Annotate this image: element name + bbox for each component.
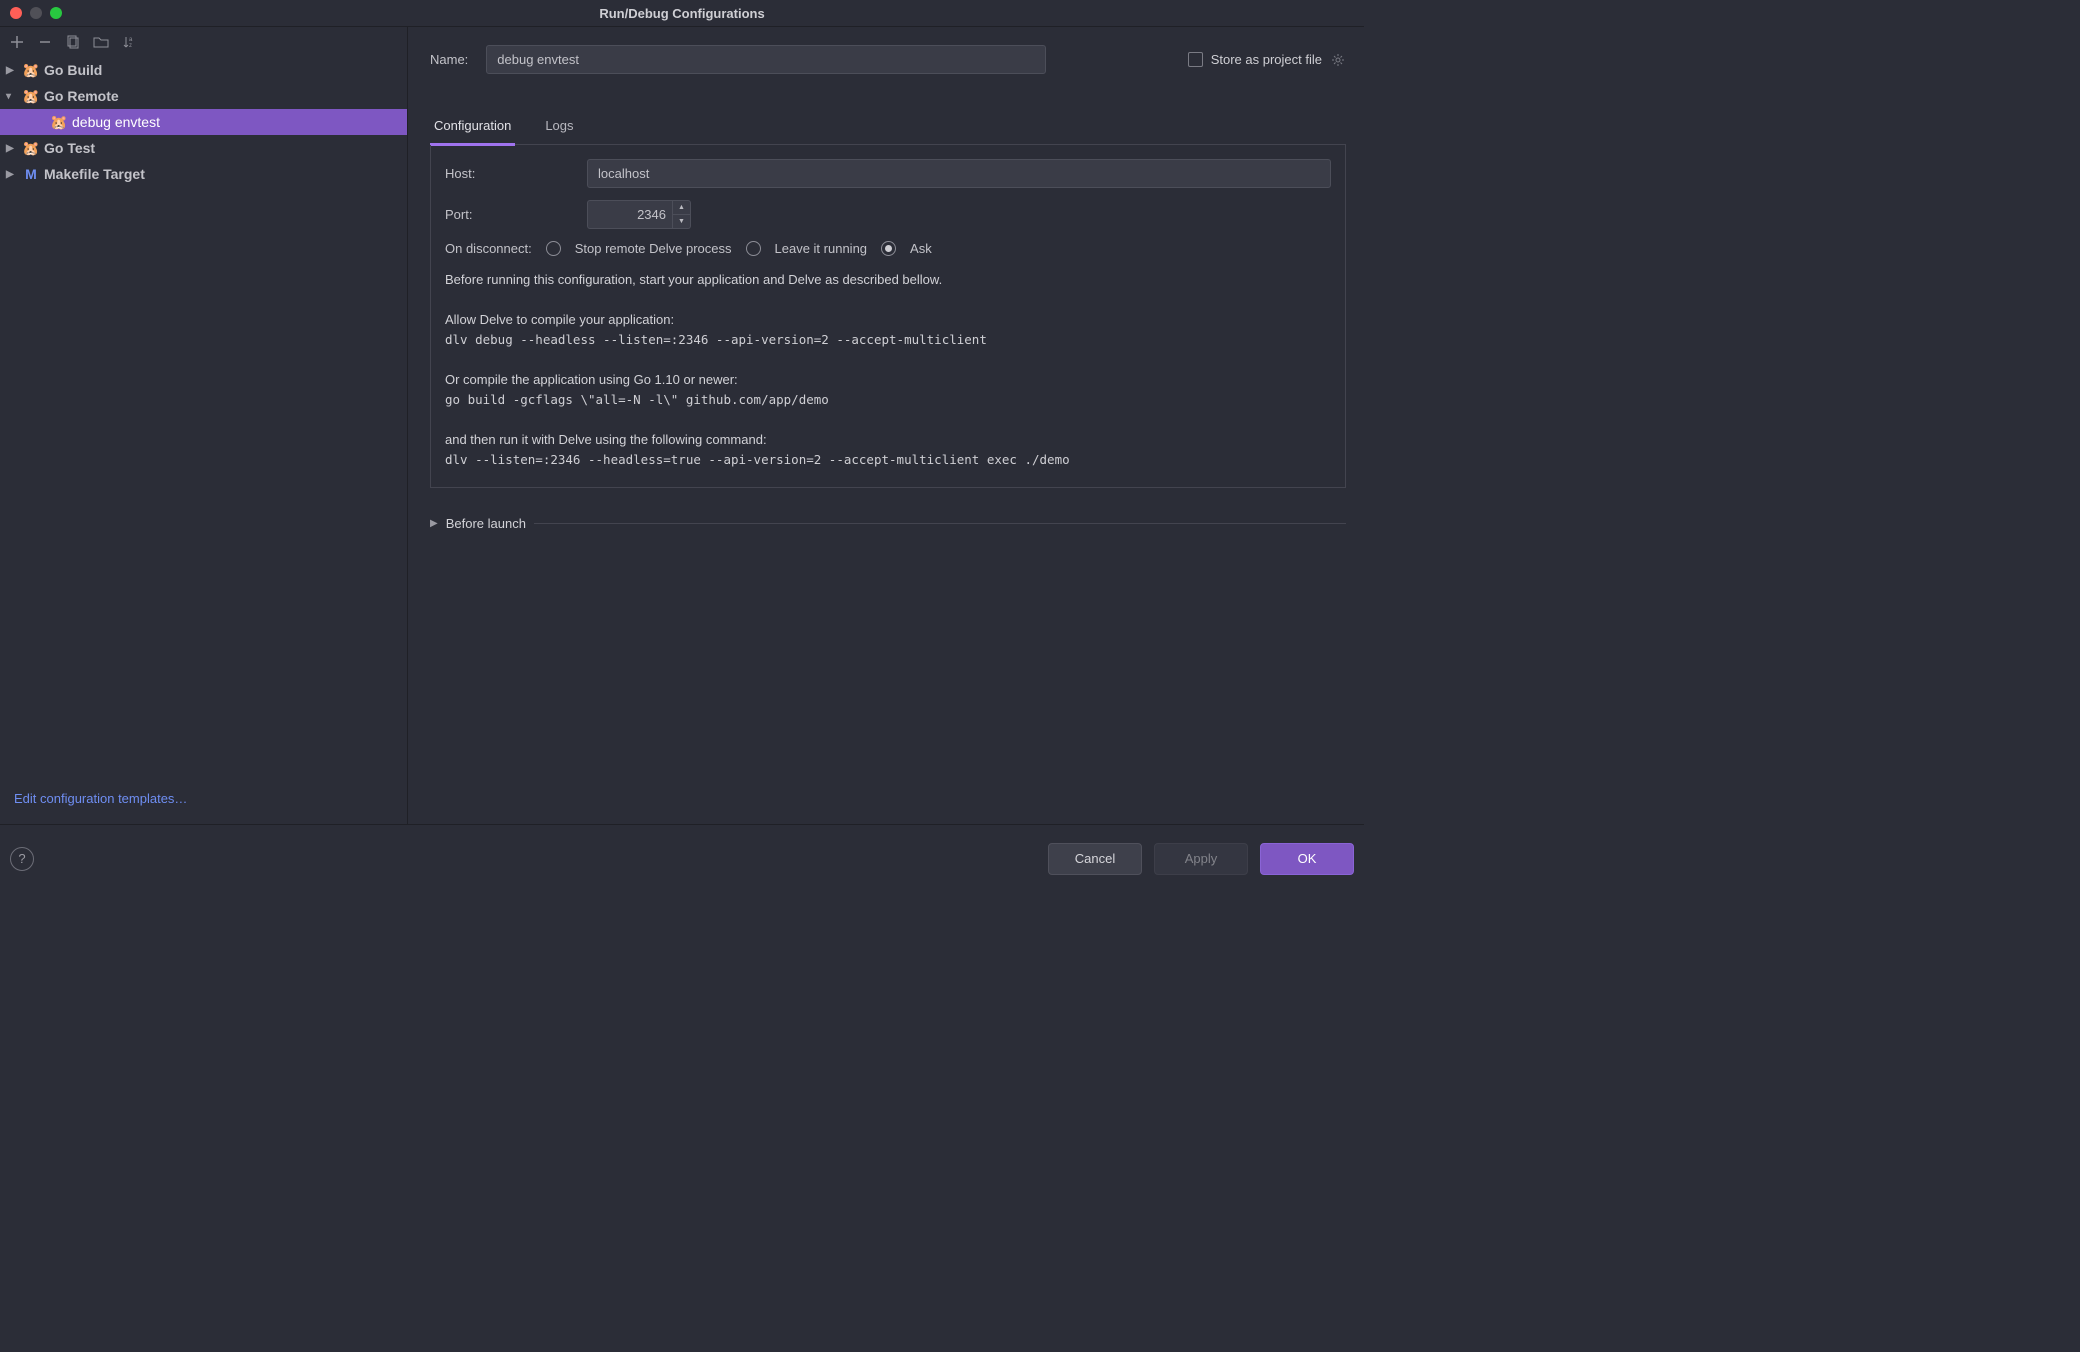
go-remote-icon: 🐹 (22, 87, 40, 105)
port-label: Port: (445, 207, 575, 222)
go-test-icon: 🐹 (22, 139, 40, 157)
sort-icon[interactable]: az (120, 33, 138, 51)
tabs: Configuration Logs (430, 110, 1346, 145)
on-disconnect-row: On disconnect: Stop remote Delve process… (445, 241, 1331, 256)
tree-item-go-build[interactable]: ▶ 🐹 Go Build (0, 57, 407, 83)
chevron-right-icon: ▶ (430, 518, 438, 529)
svg-text:z: z (129, 43, 132, 49)
chevron-down-icon: ▾ (6, 91, 18, 102)
tree-item-go-remote[interactable]: ▾ 🐹 Go Remote (0, 83, 407, 109)
apply-button[interactable]: Apply (1154, 843, 1248, 875)
tree-label: debug envtest (72, 114, 160, 130)
tree-item-makefile[interactable]: ▶ M Makefile Target (0, 161, 407, 187)
stepper-up-icon[interactable]: ▲ (673, 201, 690, 215)
divider (534, 523, 1346, 524)
copy-config-icon[interactable] (64, 33, 82, 51)
tree-item-debug-envtest[interactable]: 🐹 debug envtest (0, 109, 407, 135)
minimize-window-icon[interactable] (30, 7, 42, 19)
before-launch-toggle[interactable]: ▶ Before launch (430, 516, 1346, 531)
tree-item-go-test[interactable]: ▶ 🐹 Go Test (0, 135, 407, 161)
help-line: Before running this configuration, start… (445, 270, 1331, 290)
name-label: Name: (430, 52, 468, 67)
radio-stop-label: Stop remote Delve process (575, 241, 732, 256)
chevron-right-icon: ▶ (6, 65, 18, 76)
configuration-panel: Host: Port: ▲ ▼ On disconnect: Stop remo… (430, 145, 1346, 488)
radio-leave[interactable] (746, 241, 761, 256)
store-label: Store as project file (1211, 52, 1322, 67)
folder-icon[interactable] (92, 33, 110, 51)
cmd1: dlv debug --headless --listen=:2346 --ap… (445, 330, 1331, 349)
configurations-sidebar: az ▶ 🐹 Go Build ▾ 🐹 Go Remote 🐹 debug en… (0, 27, 408, 824)
config-editor: Name: Store as project file Configuratio… (408, 27, 1364, 824)
port-input[interactable] (587, 200, 673, 229)
store-as-project-checkbox[interactable] (1188, 52, 1203, 67)
allow-line: Allow Delve to compile your application: (445, 310, 1331, 330)
gear-icon[interactable] (1330, 52, 1346, 68)
help-text: Before running this configuration, start… (445, 270, 1331, 469)
go-build-icon: 🐹 (22, 61, 40, 79)
cmd3: dlv --listen=:2346 --headless=true --api… (445, 450, 1331, 469)
port-stepper[interactable]: ▲ ▼ (673, 200, 691, 229)
tree-label: Go Test (44, 140, 95, 156)
help-button[interactable]: ? (10, 847, 34, 871)
tree-label: Go Remote (44, 88, 119, 104)
chevron-right-icon: ▶ (6, 169, 18, 180)
name-input[interactable] (486, 45, 1046, 74)
remove-config-icon[interactable] (36, 33, 54, 51)
maximize-window-icon[interactable] (50, 7, 62, 19)
stepper-down-icon[interactable]: ▼ (673, 215, 690, 228)
window-title: Run/Debug Configurations (0, 6, 1364, 21)
config-tree: ▶ 🐹 Go Build ▾ 🐹 Go Remote 🐹 debug envte… (0, 57, 407, 791)
disconnect-label: On disconnect: (445, 241, 532, 256)
close-window-icon[interactable] (10, 7, 22, 19)
tab-configuration[interactable]: Configuration (430, 110, 515, 146)
before-launch-label: Before launch (446, 516, 526, 531)
add-config-icon[interactable] (8, 33, 26, 51)
then-line: and then run it with Delve using the fol… (445, 430, 1331, 450)
cancel-button[interactable]: Cancel (1048, 843, 1142, 875)
radio-leave-label: Leave it running (775, 241, 868, 256)
makefile-icon: M (22, 165, 40, 183)
or-line: Or compile the application using Go 1.10… (445, 370, 1331, 390)
window-controls (10, 7, 62, 19)
ok-button[interactable]: OK (1260, 843, 1354, 875)
chevron-right-icon: ▶ (6, 143, 18, 154)
radio-stop[interactable] (546, 241, 561, 256)
sidebar-toolbar: az (0, 27, 407, 57)
go-remote-icon: 🐹 (50, 113, 68, 131)
titlebar: Run/Debug Configurations (0, 0, 1364, 26)
host-label: Host: (445, 166, 575, 181)
edit-templates-link[interactable]: Edit configuration templates… (0, 791, 407, 824)
tree-label: Makefile Target (44, 166, 145, 182)
tab-logs[interactable]: Logs (541, 110, 577, 144)
dialog-footer: ? Cancel Apply OK (0, 824, 1364, 892)
tree-label: Go Build (44, 62, 102, 78)
host-input[interactable] (587, 159, 1331, 188)
cmd2: go build -gcflags \"all=-N -l\" github.c… (445, 390, 1331, 409)
radio-ask[interactable] (881, 241, 896, 256)
radio-ask-label: Ask (910, 241, 932, 256)
